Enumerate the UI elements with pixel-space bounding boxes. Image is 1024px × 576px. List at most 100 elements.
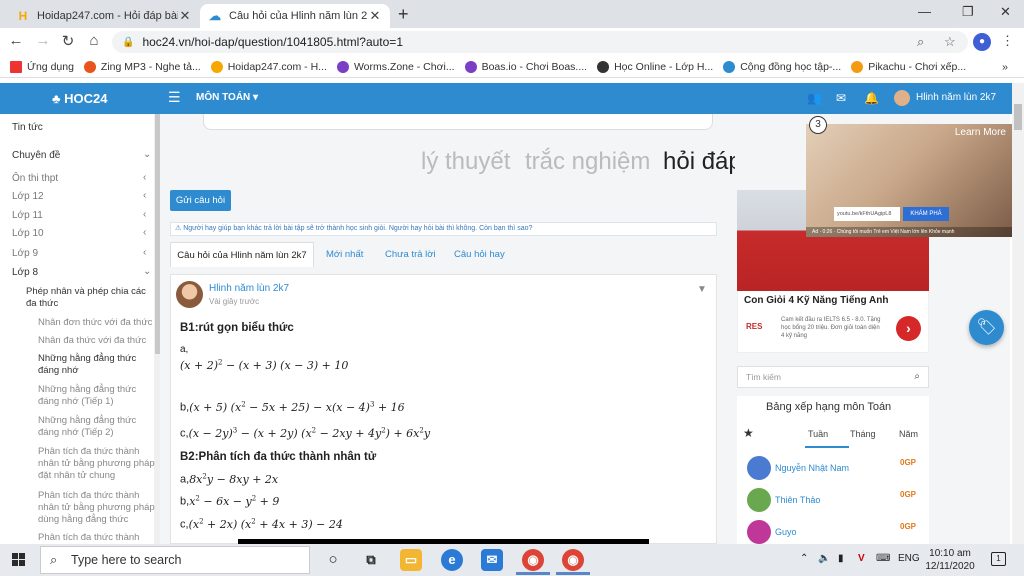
- bookmark-star-icon[interactable]: ☆: [944, 34, 956, 50]
- home-icon[interactable]: ⌂: [84, 32, 104, 49]
- author-name[interactable]: Hlinh năm lùn 2k7: [209, 283, 289, 294]
- user-name[interactable]: Hlinh năm lùn 2k7: [916, 92, 996, 103]
- close-tab-icon[interactable]: ✕: [368, 8, 382, 24]
- sidebar-lesson[interactable]: Những hằng đẳng thức đáng nhớ (Tiếp 2): [38, 415, 156, 439]
- page-scroll-thumb[interactable]: [1014, 104, 1022, 130]
- sidebar-lesson[interactable]: Những hằng đẳng thức đáng nhớ (Tiếp 1): [38, 384, 156, 408]
- sidebar-lesson[interactable]: Nhân đơn thức với đa thức: [38, 317, 156, 329]
- sidebar-item[interactable]: Lớp 10: [12, 228, 44, 239]
- ask-question-button[interactable]: Gửi câu hỏi: [170, 190, 231, 211]
- restore-icon[interactable]: ❐: [962, 4, 974, 20]
- tab-hoidap247[interactable]: H Hoidap247.com - Hỏi đáp bài tập ✕: [8, 4, 200, 28]
- chevron-left-icon[interactable]: ‹: [143, 227, 146, 238]
- chrome-icon[interactable]: ◉: [562, 549, 584, 571]
- tab-unanswered[interactable]: Chưa trả lời: [385, 242, 436, 267]
- sidebar-lesson[interactable]: Phân tích đa thức thành nhân tử bằng phư…: [38, 490, 156, 526]
- rank-user-name[interactable]: Guyo: [775, 527, 797, 537]
- sidebar-item[interactable]: Lớp 8: [12, 267, 38, 278]
- heading-ly-thuyet[interactable]: lý thuyết: [421, 148, 510, 176]
- language-indicator[interactable]: ENG: [898, 553, 920, 564]
- url-text[interactable]: hoc24.vn/hoi-dap/question/1041805.html?a…: [142, 35, 403, 49]
- tab-hoc24[interactable]: ☁ Câu hỏi của Hlinh năm lùn 2k7 - ✕: [200, 4, 390, 28]
- clock[interactable]: 10:10 am 12/11/2020: [920, 547, 980, 573]
- bookmark-item[interactable]: Worms.Zone - Chơi...: [336, 60, 455, 73]
- chrome-icon[interactable]: ◉: [522, 549, 544, 571]
- tray-chevron-icon[interactable]: ⌃: [800, 553, 808, 564]
- chevron-left-icon[interactable]: ‹: [143, 209, 146, 220]
- rank-user-avatar[interactable]: [747, 488, 771, 512]
- ad-url[interactable]: youtu.be/kFthUAgipL8: [834, 207, 900, 221]
- minimize-icon[interactable]: —: [918, 4, 931, 19]
- bookmark-item[interactable]: Hoidap247.com - H...: [210, 60, 327, 73]
- chevron-down-icon[interactable]: ⌄: [143, 149, 151, 160]
- rank-tab-month[interactable]: Tháng: [850, 429, 876, 439]
- search-icon[interactable]: ⌕: [914, 367, 920, 387]
- sidebar-item[interactable]: Ôn thi thpt: [12, 173, 58, 184]
- heading-trac-nghiem[interactable]: trắc nghiệm: [525, 148, 650, 176]
- rank-tab-week[interactable]: Tuần: [808, 429, 828, 439]
- antivirus-icon[interactable]: V: [858, 553, 865, 564]
- heading-hoi-dap[interactable]: hỏi đáp: [663, 148, 742, 176]
- page-scrollbar[interactable]: [1012, 83, 1024, 544]
- sidebar-chapter[interactable]: Phép nhân và phép chia các đa thức: [26, 286, 154, 310]
- ad-go-button[interactable]: ›: [896, 316, 921, 341]
- rank-user-name[interactable]: Nguyễn Nhật Nam: [775, 463, 849, 473]
- mail-icon[interactable]: ✉: [836, 91, 846, 105]
- explore-button[interactable]: KHÁM PHÁ: [903, 207, 949, 221]
- close-window-icon[interactable]: ✕: [1000, 4, 1011, 20]
- network-icon[interactable]: ▮: [838, 553, 844, 564]
- rank-user-name[interactable]: Thiên Thảo: [775, 495, 820, 505]
- ad-title[interactable]: Con Giỏi 4 Kỹ Năng Tiếng Anh: [744, 295, 888, 306]
- bookmark-item[interactable]: Boas.io - Chơi Boas....: [464, 60, 587, 73]
- learn-more-link[interactable]: Learn More: [955, 127, 1006, 138]
- rank-user-avatar[interactable]: [747, 520, 771, 544]
- edge-icon[interactable]: e: [441, 549, 463, 571]
- bookmark-item[interactable]: Ứng dụng: [10, 60, 74, 73]
- chevron-down-icon[interactable]: ▼: [697, 284, 707, 295]
- sidebar-item[interactable]: Lớp 11: [12, 210, 43, 221]
- windows-start-icon[interactable]: [12, 553, 26, 567]
- zoom-search-icon[interactable]: ⌕: [917, 34, 924, 50]
- cortana-icon[interactable]: ○: [322, 549, 344, 571]
- tag-icon[interactable]: 🏷: [969, 310, 1004, 345]
- tab-good-questions[interactable]: Câu hỏi hay: [454, 242, 505, 267]
- search-input[interactable]: Tìm kiếm ⌕: [737, 366, 929, 388]
- user-avatar[interactable]: [894, 90, 910, 106]
- bookmark-item[interactable]: Zing MP3 - Nghe tả...: [83, 60, 201, 73]
- volume-icon[interactable]: 🔈: [818, 553, 830, 564]
- bell-icon[interactable]: 🔔: [864, 91, 879, 105]
- sidebar-lesson[interactable]: Phân tích đa thức thành nhân tử bằng phư…: [38, 446, 156, 482]
- tab-my-questions[interactable]: Câu hỏi của Hlinh năm lùn 2k7: [170, 242, 314, 267]
- mail-app-icon[interactable]: ✉: [481, 549, 503, 571]
- close-tab-icon[interactable]: ✕: [178, 8, 192, 24]
- task-view-icon[interactable]: ⧉: [360, 549, 382, 571]
- rank-tab-year[interactable]: Năm: [899, 429, 918, 439]
- more-bookmarks-icon[interactable]: »: [1002, 61, 1008, 73]
- tab-newest[interactable]: Mới nhất: [326, 242, 363, 267]
- reload-icon[interactable]: ↻: [58, 32, 78, 50]
- author-avatar[interactable]: [176, 281, 203, 308]
- bookmark-item[interactable]: Học Online - Lớp H...: [597, 60, 713, 73]
- hoc24-logo[interactable]: ♣ HOC24: [52, 91, 108, 106]
- browser-menu-icon[interactable]: ⋮: [1001, 33, 1014, 49]
- profile-avatar[interactable]: ●: [973, 33, 991, 51]
- friends-icon[interactable]: 👥: [807, 91, 822, 105]
- chevron-left-icon[interactable]: ‹: [143, 172, 146, 183]
- sidebar-lesson[interactable]: Những hằng đẳng thức đáng nhớ: [38, 353, 156, 377]
- sidebar-item[interactable]: Lớp 9: [12, 248, 38, 259]
- chevron-down-icon[interactable]: ⌄: [143, 266, 151, 277]
- bookmark-item[interactable]: Cộng đồng học tập-...: [723, 60, 841, 73]
- file-explorer-icon[interactable]: ▭: [400, 549, 422, 571]
- new-tab-button[interactable]: +: [398, 4, 409, 25]
- forward-icon[interactable]: →: [33, 32, 53, 49]
- chevron-left-icon[interactable]: ‹: [143, 190, 146, 201]
- notification-icon[interactable]: 1: [991, 552, 1006, 566]
- back-icon[interactable]: ←: [6, 32, 26, 49]
- bookmark-item[interactable]: Pikachu - Chơi xếp...: [851, 60, 966, 73]
- keyboard-icon[interactable]: ⌨: [876, 553, 890, 564]
- subject-dropdown[interactable]: MÔN TOÁN ▾: [196, 92, 258, 103]
- address-bar[interactable]: 🔒 hoc24.vn/hoi-dap/question/1041805.html…: [112, 31, 968, 53]
- sidebar-item[interactable]: Lớp 12: [12, 191, 44, 202]
- sidebar-lesson[interactable]: Nhân đa thức với đa thức: [38, 335, 156, 347]
- rank-user-avatar[interactable]: [747, 456, 771, 480]
